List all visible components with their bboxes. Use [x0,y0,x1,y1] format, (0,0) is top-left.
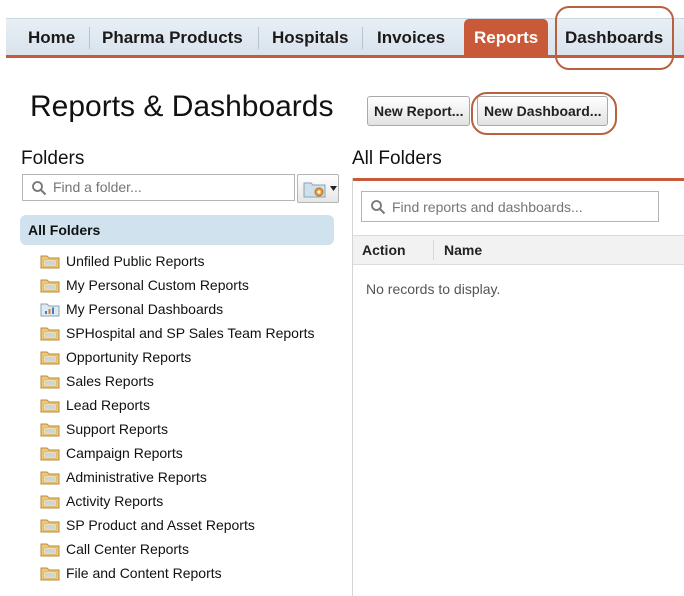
report-folder-icon [40,351,60,365]
folder-item-label: Call Center Reports [66,541,189,557]
folder-item-label: Administrative Reports [66,469,207,485]
chevron-down-icon [330,186,337,191]
folder-item-label: Activity Reports [66,493,164,509]
new-dashboard-button[interactable]: New Dashboard... [477,96,609,126]
folder-item[interactable]: Support Reports [40,417,315,441]
new-report-button[interactable]: New Report... [367,96,471,126]
folder-item-label: SPHospital and SP Sales Team Reports [66,325,315,341]
folder-item-label: Support Reports [66,421,168,437]
folder-item-label: My Personal Custom Reports [66,277,249,293]
report-folder-icon [40,399,60,413]
column-separator [433,240,434,260]
folder-item[interactable]: Opportunity Reports [40,345,315,369]
page-title: Reports & Dashboards [30,90,334,123]
folder-item-label: SP Product and Asset Reports [66,517,255,533]
search-icon [32,181,47,196]
tab-invoices[interactable]: Invoices [367,19,455,56]
folder-item-label: Campaign Reports [66,445,183,461]
tab-hospitals[interactable]: Hospitals [262,19,359,56]
folder-search-box [22,174,295,201]
tab-reports[interactable]: Reports [464,19,549,56]
report-folder-icon [40,255,60,269]
folder-gear-icon [303,182,326,198]
folder-search-input[interactable] [53,179,289,195]
report-folder-icon [40,495,60,509]
tab-separator [362,27,363,49]
folder-item-label: File and Content Reports [66,565,222,581]
folder-item[interactable]: Sales Reports [40,369,315,393]
report-folder-icon [40,375,60,389]
report-search-input[interactable] [392,199,654,215]
reports-list-panel: Action Name No records to display. [353,178,684,596]
report-folder-icon [40,279,60,293]
folder-item-label: My Personal Dashboards [66,301,224,317]
report-folder-icon [40,327,60,341]
folder-item[interactable]: Campaign Reports [40,441,315,465]
folder-item[interactable]: My Personal Custom Reports [40,273,315,297]
folder-list: Unfiled Public Reports My Personal Custom… [40,249,315,585]
folder-item[interactable]: Activity Reports [40,489,315,513]
folder-item[interactable]: Administrative Reports [40,465,315,489]
folder-item[interactable]: Unfiled Public Reports [40,249,315,273]
folder-item-label: Sales Reports [66,373,154,389]
folder-item[interactable]: File and Content Reports [40,561,315,585]
column-header-name[interactable]: Name [444,236,482,264]
tab-home[interactable]: Home [18,19,85,56]
report-folder-icon [40,471,60,485]
folder-actions-menu-button[interactable] [297,174,339,203]
report-folder-icon [40,519,60,533]
all-folders-heading: All Folders [352,148,442,169]
report-folder-icon [40,567,60,581]
folders-heading: Folders [21,148,85,169]
tab-pharma-products[interactable]: Pharma Products [92,19,253,56]
column-header-action[interactable]: Action [362,236,406,264]
folder-item-label: Unfiled Public Reports [66,253,205,269]
tab-bar: Home Pharma Products Hospitals Invoices … [6,18,684,58]
folder-item[interactable]: Call Center Reports [40,537,315,561]
folder-item-label: Lead Reports [66,397,151,413]
all-folders-item[interactable]: All Folders [20,215,334,245]
folder-item[interactable]: SP Product and Asset Reports [40,513,315,537]
folder-item[interactable]: SPHospital and SP Sales Team Reports [40,321,315,345]
tab-dashboards[interactable]: Dashboards [555,19,673,56]
search-icon [371,200,386,215]
folder-item[interactable]: Lead Reports [40,393,315,417]
report-search-box [361,191,659,222]
empty-table-message: No records to display. [366,281,501,297]
report-folder-icon [40,447,60,461]
report-folder-icon [40,423,60,437]
dashboard-folder-icon [40,303,60,317]
table-header: Action Name [353,235,684,265]
folder-item[interactable]: My Personal Dashboards [40,297,315,321]
tab-separator [258,27,259,49]
tab-separator [89,27,90,49]
folder-item-label: Opportunity Reports [66,349,192,365]
report-folder-icon [40,543,60,557]
